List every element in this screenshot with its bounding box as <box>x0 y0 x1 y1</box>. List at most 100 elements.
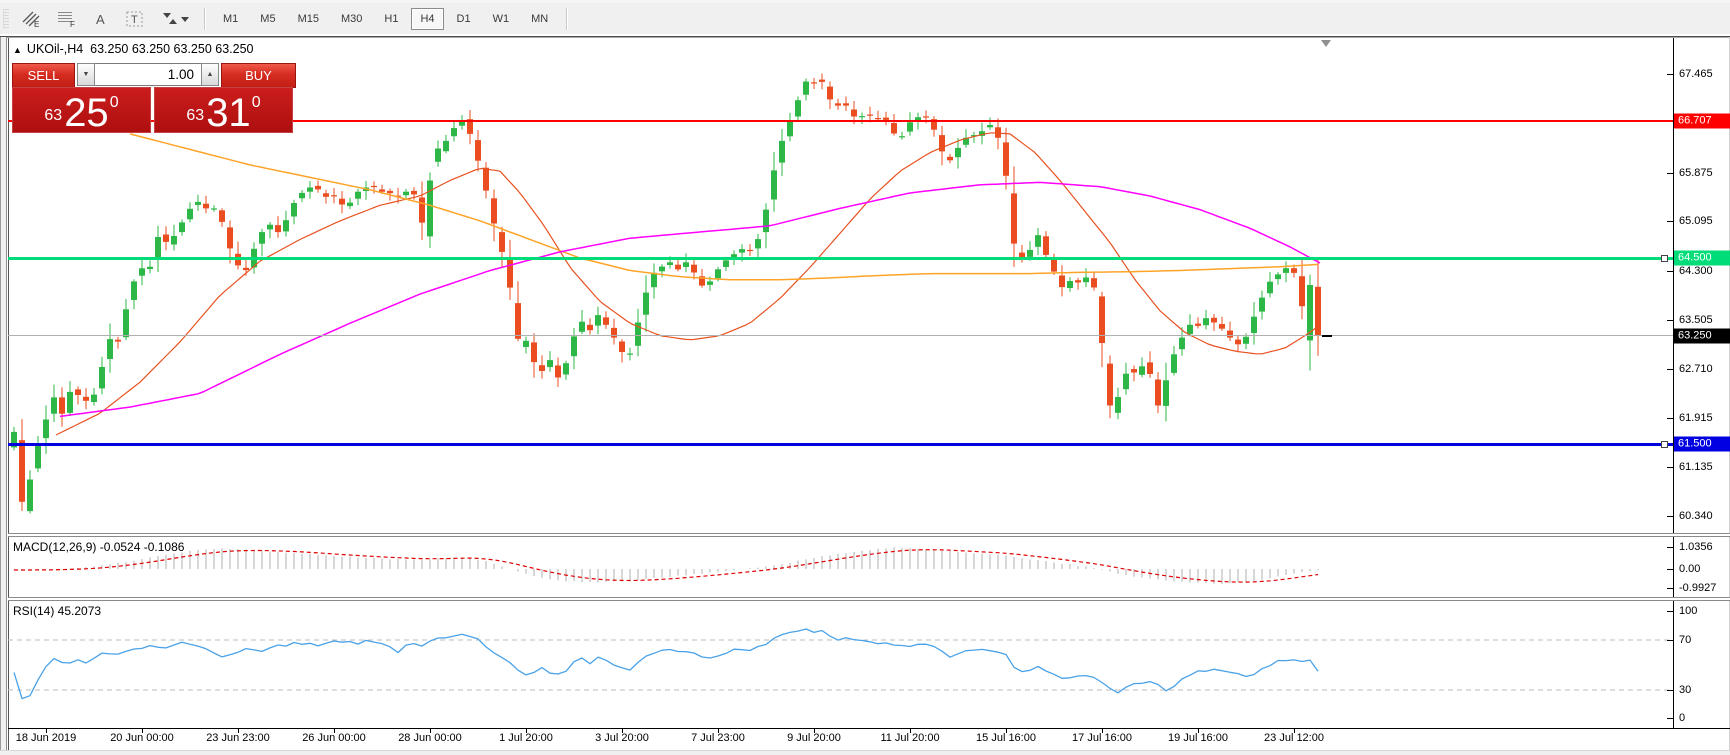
toolbar-drag-handle[interactable] <box>3 9 9 29</box>
rsi-label: RSI(14) 45.2073 <box>13 604 101 618</box>
time-axis-label: 9 Jul 20:00 <box>787 732 841 744</box>
price-axis-label: 65.875 <box>1679 167 1713 179</box>
svg-text:T: T <box>131 14 138 26</box>
rsi-axis-tick <box>1667 640 1673 641</box>
macd-canvas[interactable] <box>8 539 1673 597</box>
time-axis-tick <box>910 728 911 733</box>
price-axis-label: 61.135 <box>1679 461 1713 473</box>
terminal-window: E F A T <box>0 0 1730 754</box>
timeframe-group: M1M5M15M30H1H4D1W1MN <box>212 8 559 30</box>
sell-price-tile[interactable]: 63250 <box>12 87 151 133</box>
volume-decrease-button[interactable]: ▼ <box>77 63 95 86</box>
pane-separator <box>8 536 1730 537</box>
timeframe-H4[interactable]: H4 <box>411 8 443 30</box>
support-line-blue[interactable] <box>8 443 1673 446</box>
rsi-axis-label: 100 <box>1679 605 1697 617</box>
time-axis-label: 19 Jul 16:00 <box>1168 732 1228 744</box>
indicator-list-icon[interactable]: F <box>50 7 84 31</box>
sell-price-prefix: 63 <box>44 108 62 124</box>
price-axis-label: 64.300 <box>1679 265 1713 277</box>
time-axis-tick <box>1006 728 1007 733</box>
price-axis-tick <box>1667 173 1673 174</box>
price-axis-tick <box>1667 221 1673 222</box>
timeframe-M30[interactable]: M30 <box>332 8 371 30</box>
rsi-axis-tick <box>1667 611 1673 612</box>
time-axis-label: 11 Jul 20:00 <box>880 732 939 744</box>
buy-button[interactable]: BUY <box>221 63 296 88</box>
time-axis-tick <box>814 728 815 733</box>
price-axis-tick <box>1667 271 1673 272</box>
support-line-green-handle[interactable] <box>1661 255 1668 262</box>
volume-increase-button[interactable]: ▲ <box>201 63 219 86</box>
price-axis-label: 62.710 <box>1679 363 1713 375</box>
price-axis-label: 67.465 <box>1679 68 1713 80</box>
rsi-axis-label: 30 <box>1679 684 1691 696</box>
price-axis-tick <box>1667 467 1673 468</box>
sell-button[interactable]: SELL <box>12 63 75 88</box>
time-axis-tick <box>430 728 431 733</box>
timeframe-MN[interactable]: MN <box>522 8 557 30</box>
symbol-period-label: UKOil-,H4 <box>27 42 83 56</box>
price-badge-66.707: 66.707 <box>1674 114 1730 129</box>
rsi-axis-label: 70 <box>1679 634 1691 646</box>
time-axis-label: 1 Jul 20:00 <box>499 732 553 744</box>
price-badge-63.250: 63.250 <box>1674 329 1730 344</box>
support-line-green[interactable] <box>8 257 1673 260</box>
price-axis-tick <box>1667 418 1673 419</box>
timeframe-D1[interactable]: D1 <box>448 8 480 30</box>
text-annotation-icon[interactable]: A <box>86 7 116 31</box>
time-axis-tick <box>718 728 719 733</box>
price-axis-label: 61.915 <box>1679 412 1713 424</box>
time-axis-tick <box>1102 728 1103 733</box>
toolbar-separator <box>566 8 567 30</box>
price-axis-tick <box>1667 320 1673 321</box>
one-click-trade-panel: SELL ▼ ▲ BUY <box>12 63 296 86</box>
price-axis-line[interactable] <box>1673 38 1674 728</box>
sell-price-sup: 0 <box>110 95 119 111</box>
price-axis-tick <box>1667 369 1673 370</box>
chart-shift-marker-icon[interactable] <box>1321 40 1331 47</box>
time-axis-tick <box>238 728 239 733</box>
timeframe-M1[interactable]: M1 <box>214 8 247 30</box>
price-badge-64.500: 64.500 <box>1674 251 1730 266</box>
toolbar-separator <box>204 8 205 30</box>
svg-text:F: F <box>70 20 75 29</box>
time-axis-label: 26 Jun 00:00 <box>302 732 366 744</box>
sell-price-big: 25 <box>64 96 109 130</box>
new-order-icon[interactable]: E <box>14 7 48 31</box>
macd-axis-tick <box>1667 588 1673 589</box>
time-axis-label: 18 Jun 2019 <box>16 732 77 744</box>
support-line-blue-handle[interactable] <box>1661 441 1668 448</box>
objects-dropdown-icon[interactable] <box>154 7 196 31</box>
timeframe-H1[interactable]: H1 <box>375 8 407 30</box>
price-axis-tick <box>1667 74 1673 75</box>
time-axis-tick <box>526 728 527 733</box>
window-bottom-edge <box>0 750 1730 755</box>
time-axis-tick <box>142 728 143 733</box>
svg-text:E: E <box>34 20 39 29</box>
timeframe-M15[interactable]: M15 <box>289 8 328 30</box>
time-axis-tick <box>334 728 335 733</box>
rsi-canvas[interactable] <box>8 601 1673 728</box>
last-price-marker <box>1322 335 1332 337</box>
time-axis-label: 3 Jul 20:00 <box>595 732 649 744</box>
timeframe-M5[interactable]: M5 <box>251 8 284 30</box>
time-axis-label: 23 Jun 23:00 <box>206 732 270 744</box>
time-axis-label: 7 Jul 23:00 <box>691 732 745 744</box>
collapse-arrow-icon[interactable]: ▲ <box>13 45 22 55</box>
time-axis-label: 15 Jul 16:00 <box>976 732 1036 744</box>
time-axis-tick <box>622 728 623 733</box>
time-axis-tick <box>1198 728 1199 733</box>
pane-separator <box>8 600 1730 601</box>
time-axis-tick <box>1294 728 1295 733</box>
time-axis-label: 23 Jul 12:00 <box>1264 732 1324 744</box>
volume-input[interactable] <box>95 63 201 86</box>
buy-price-tile[interactable]: 63310 <box>154 87 293 133</box>
text-box-icon[interactable]: T <box>118 7 152 31</box>
timeframe-W1[interactable]: W1 <box>484 8 519 30</box>
macd-axis-tick <box>1667 547 1673 548</box>
rsi-axis-tick <box>1667 690 1673 691</box>
macd-axis-label: 1.0356 <box>1679 541 1713 553</box>
time-axis-line[interactable] <box>8 728 1730 729</box>
rsi-axis-tick <box>1667 718 1673 719</box>
